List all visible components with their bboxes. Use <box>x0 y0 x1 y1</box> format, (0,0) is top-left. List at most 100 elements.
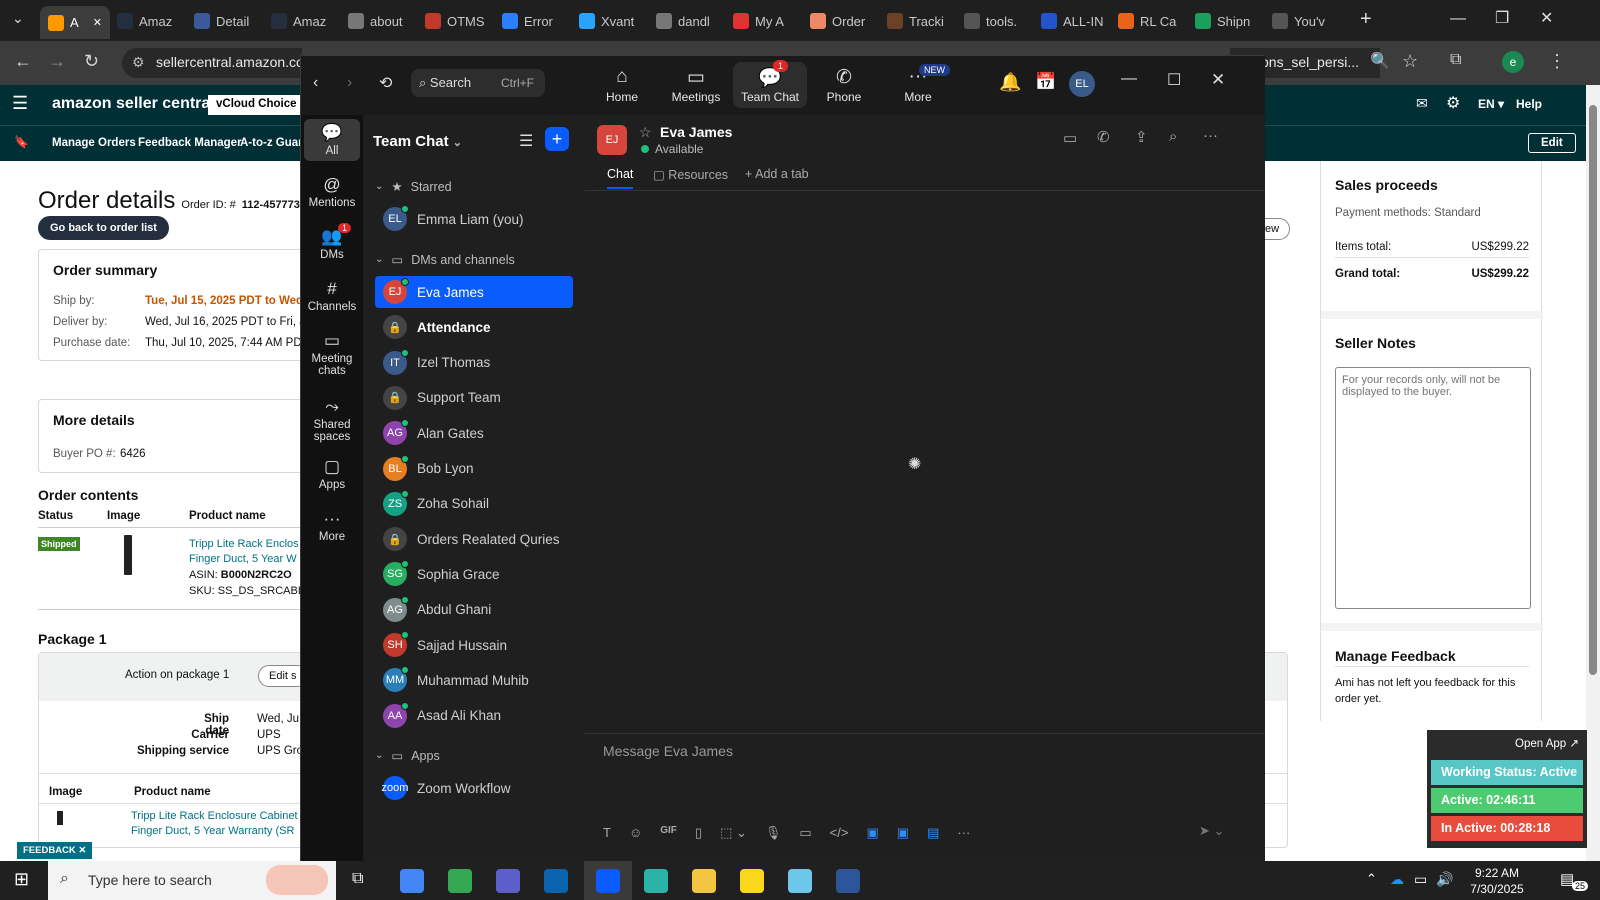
zoom-top-tab-meetings[interactable]: ▭ Meetings <box>659 66 733 104</box>
attach-file-icon[interactable]: ▯ <box>695 825 702 841</box>
browser-tab[interactable]: Error <box>502 8 574 34</box>
rail-item-all[interactable]: 💬 All <box>304 119 360 161</box>
app-icon-1[interactable]: ▣ <box>866 825 878 841</box>
store-badge[interactable]: vCloud Choice <box>208 95 305 115</box>
maximize-icon[interactable]: ❐ <box>1495 8 1509 28</box>
chat-list-item[interactable]: ZS Zoha Sohail <box>375 488 573 520</box>
chat-list-item[interactable]: zoom Zoom Workflow <box>375 772 573 804</box>
app2-taskbar-icon[interactable] <box>788 869 812 893</box>
section-dms[interactable]: ⌄ ▭ DMs and channels <box>375 252 515 268</box>
url-field[interactable]: ⚙ sellercentral.amazon.co <box>122 48 304 78</box>
app-icon-3[interactable]: ▤ <box>927 825 939 841</box>
send-icon[interactable]: ➤ ⌄ <box>1199 823 1224 839</box>
tray-chevron-icon[interactable]: ⌃ <box>1366 871 1377 887</box>
tab-resources[interactable]: ▢ Resources <box>653 167 728 182</box>
gif-icon[interactable]: GIF <box>660 825 677 841</box>
zoom-user-avatar[interactable]: EL <box>1069 71 1095 97</box>
task-view-icon[interactable]: ⧉ <box>352 870 363 888</box>
product-link[interactable]: Tripp Lite Rack Enclos Finger Duct, 5 Ye… <box>189 537 299 567</box>
zoom-forward-icon[interactable]: › <box>347 74 352 92</box>
clock[interactable]: 9:22 AM 7/30/2025 <box>1462 865 1532 897</box>
browser-tab[interactable]: You'v <box>1272 8 1344 34</box>
chat-list-item[interactable]: 🔒 Orders Realated Quries <box>375 523 573 555</box>
hamburger-menu-icon[interactable]: ☰ <box>12 93 28 114</box>
outlook-icon[interactable] <box>544 869 568 893</box>
rail-item-shared-spaces[interactable]: ⤳ Shared spaces <box>304 393 360 447</box>
mail-icon[interactable]: ✉ <box>1416 95 1428 112</box>
more-options-icon[interactable]: ··· <box>1203 127 1218 144</box>
taskbar-search[interactable]: ⌕ Type here to search <box>48 861 336 900</box>
close-tab-icon[interactable]: ✕ <box>93 16 102 29</box>
zoom-top-tab-phone[interactable]: ✆ Phone <box>807 66 881 104</box>
close-window-icon[interactable]: ✕ <box>1540 8 1553 28</box>
zoom-back-icon[interactable]: ‹ <box>313 74 318 92</box>
chat-list-item[interactable]: AG Alan Gates <box>375 417 573 449</box>
zoom-taskbar-icon[interactable] <box>596 869 620 893</box>
message-input[interactable]: Message Eva James <box>603 743 733 759</box>
browser-tab[interactable]: A ✕ <box>40 6 110 39</box>
more-composer-icon[interactable]: ··· <box>957 825 970 841</box>
reload-icon[interactable]: ↻ <box>84 51 99 72</box>
screenshot-icon[interactable]: ⬚ ⌄ <box>720 825 747 841</box>
browser-tab[interactable]: My A <box>733 8 805 34</box>
help-link[interactable]: Help <box>1516 97 1542 111</box>
app-icon-2[interactable]: ▣ <box>897 825 909 841</box>
video-call-icon[interactable]: ▭ <box>1063 129 1077 147</box>
app-taskbar-icon[interactable] <box>644 869 668 893</box>
format-text-icon[interactable]: T <box>603 825 611 841</box>
browser-tab[interactable]: Order <box>810 8 882 34</box>
chat-list-item[interactable]: 🔒 Attendance <box>375 311 573 343</box>
zoom-lens-icon[interactable]: 🔍 <box>1370 51 1390 71</box>
chat-avatar[interactable]: EJ <box>597 125 627 155</box>
browser-tab[interactable]: tools. <box>964 8 1036 34</box>
chat-list-item[interactable]: SH Sajjad Hussain <box>375 629 573 661</box>
browser-menu-icon[interactable]: ⋮ <box>1548 51 1566 72</box>
chat-list-item[interactable]: BL Bob Lyon <box>375 453 573 485</box>
nav-manage-orders[interactable]: Manage Orders <box>52 137 136 149</box>
zoom-search[interactable]: ⌕ Search Ctrl+F <box>411 69 545 97</box>
code-snippet-icon[interactable]: </> <box>830 825 849 841</box>
browser-tab[interactable]: about <box>348 8 420 34</box>
rail-item-dms[interactable]: 👥 DMs 1 <box>304 223 360 265</box>
chat-list-item[interactable]: AA Asad Ali Khan <box>375 700 573 732</box>
chat-list-item[interactable]: MM Muhammad Muhib <box>375 664 573 696</box>
back-icon[interactable]: ← <box>14 51 32 72</box>
zoom-close-icon[interactable]: ✕ <box>1211 70 1225 90</box>
browser-tab[interactable]: dandl <box>656 8 728 34</box>
chat-search-icon[interactable]: ⌕ <box>1169 128 1177 145</box>
filter-icon[interactable]: ☰ <box>519 131 533 151</box>
zoom-top-tab-team-chat[interactable]: 💬 Team Chat 1 <box>733 60 807 108</box>
star-icon[interactable]: ☆ <box>639 124 652 141</box>
browser-tab[interactable]: ALL-IN <box>1041 8 1113 34</box>
chat-list-item[interactable]: 🔒 Support Team <box>375 382 573 414</box>
onedrive-icon[interactable]: ☁ <box>1390 871 1404 888</box>
calendar-icon[interactable]: 📅 <box>1035 72 1056 92</box>
network-icon[interactable]: ▭ <box>1414 871 1427 888</box>
microphone-icon[interactable]: 🎙 <box>765 825 782 841</box>
file-explorer-icon[interactable] <box>692 869 716 893</box>
chat-list-item[interactable]: EJ Eva James <box>375 276 573 308</box>
new-tab-icon[interactable]: + <box>1360 8 1372 31</box>
scrollbar-thumb[interactable] <box>1589 105 1597 675</box>
browser-tab[interactable]: OTMS <box>425 8 497 34</box>
open-app-link[interactable]: Open App ↗ <box>1515 736 1579 750</box>
browser-tab[interactable]: Amaz <box>271 8 343 34</box>
seller-notes-input[interactable] <box>1335 367 1531 609</box>
nav-feedback-manager[interactable]: Feedback Manager <box>138 137 242 149</box>
rail-item-apps[interactable]: ▢ Apps <box>304 453 360 495</box>
forward-icon[interactable]: → <box>48 51 66 72</box>
zoom-minimize-icon[interactable]: — <box>1121 70 1137 88</box>
language-select[interactable]: EN ▾ <box>1478 97 1504 111</box>
rail-item-mentions[interactable]: @ Mentions <box>304 171 360 213</box>
chat-list-item[interactable]: AG Abdul Ghani <box>375 594 573 626</box>
nav-a-to-z[interactable]: A-to-z Guara <box>240 137 309 149</box>
feedback-tab[interactable]: FEEDBACK ✕ <box>17 842 93 859</box>
word-icon[interactable] <box>836 869 860 893</box>
browser-tab[interactable]: RL Ca <box>1118 8 1190 34</box>
windows-start-icon[interactable]: ⊞ <box>14 869 29 890</box>
chat-list-item[interactable]: IT Izel Thomas <box>375 347 573 379</box>
add-tab-button[interactable]: + Add a tab <box>745 167 809 181</box>
tab-list-icon[interactable]: ⌄ <box>12 10 24 27</box>
section-starred[interactable]: ⌄ ★ Starred <box>375 179 452 195</box>
profile-avatar[interactable]: e <box>1502 51 1524 73</box>
